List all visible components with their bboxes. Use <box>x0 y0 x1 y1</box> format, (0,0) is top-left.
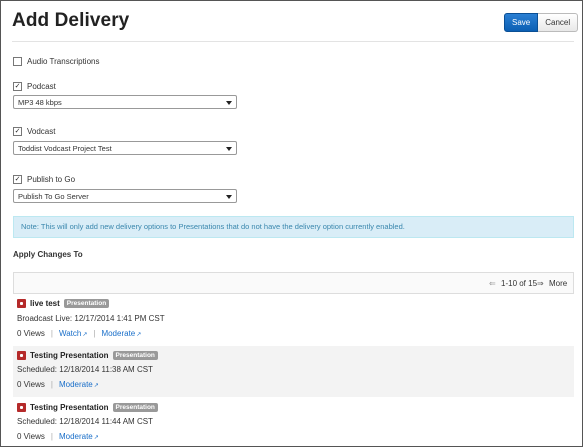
moderate-link[interactable]: Moderate↗ <box>101 329 141 338</box>
publish-server-select[interactable]: Publish To Go Server <box>13 189 237 203</box>
publish-server-value: Publish To Go Server <box>18 192 89 201</box>
podcast-label: Podcast <box>27 82 56 91</box>
page-range: 1-10 of 15 <box>501 279 538 288</box>
separator: | <box>50 380 53 389</box>
separator: | <box>50 329 53 338</box>
more-link[interactable]: More <box>549 279 567 288</box>
pagination-bar: ⇐ 1-10 of 15 ⇒ More <box>13 272 574 294</box>
publish-to-go-label: Publish to Go <box>27 175 76 184</box>
chevron-down-icon <box>226 147 232 151</box>
external-link-icon: ↗ <box>136 332 142 338</box>
moderate-link[interactable]: Moderate↗ <box>59 432 99 441</box>
type-badge: Presentation <box>112 403 158 412</box>
moderate-label: Moderate <box>101 329 136 338</box>
watch-link[interactable]: Watch↗ <box>59 329 87 338</box>
prev-page-icon[interactable]: ⇐ <box>489 279 496 288</box>
item-status: Scheduled: 12/18/2014 11:38 AM CST <box>17 365 153 374</box>
views-count: 0 Views <box>17 432 45 441</box>
external-link-icon: ↗ <box>93 435 99 441</box>
external-link-icon: ↗ <box>82 332 88 338</box>
presentation-icon <box>17 299 26 308</box>
chevron-down-icon <box>226 195 232 199</box>
audio-transcriptions-label: Audio Transcriptions <box>27 57 100 66</box>
podcast-checkbox[interactable]: ✓ <box>13 82 22 91</box>
cancel-button[interactable]: Cancel <box>538 13 579 32</box>
add-delivery-dialog: Add Delivery Save Cancel Audio Transcrip… <box>0 0 583 447</box>
separator: | <box>93 329 96 338</box>
type-badge: Presentation <box>63 299 110 308</box>
podcast-format-value: MP3 48 kbps <box>18 98 62 107</box>
chevron-down-icon <box>226 101 232 105</box>
page-title: Add Delivery <box>12 10 130 31</box>
header-actions: Save Cancel <box>504 13 579 32</box>
views-count: 0 Views <box>17 329 45 338</box>
item-title[interactable]: Testing Presentation <box>30 351 109 360</box>
podcast-option[interactable]: ✓ Podcast <box>13 82 56 91</box>
type-badge: Presentation <box>112 351 158 360</box>
item-title[interactable]: live test <box>30 299 60 308</box>
list-item: live test Presentation Broadcast Live: 1… <box>13 295 574 345</box>
item-status: Broadcast Live: 12/17/2014 1:41 PM CST <box>17 314 165 323</box>
vodcast-project-value: Toddist Vodcast Project Test <box>18 144 112 153</box>
watch-label: Watch <box>58 329 82 338</box>
list-item: Testing Presentation Presentation Schedu… <box>13 398 574 446</box>
audio-transcriptions-checkbox[interactable] <box>13 57 22 66</box>
presentation-icon <box>17 403 26 412</box>
moderate-label: Moderate <box>58 380 93 389</box>
publish-to-go-checkbox[interactable]: ✓ <box>13 175 22 184</box>
info-note: Note: This will only add new delivery op… <box>13 216 574 238</box>
vodcast-label: Vodcast <box>27 127 56 136</box>
podcast-format-select[interactable]: MP3 48 kbps <box>13 95 237 109</box>
external-link-icon: ↗ <box>93 383 99 389</box>
presentation-icon <box>17 351 26 360</box>
separator: | <box>50 432 53 441</box>
next-page-icon[interactable]: ⇒ <box>537 279 544 288</box>
apply-changes-heading: Apply Changes To <box>13 250 83 259</box>
list-item: Testing Presentation Presentation Schedu… <box>13 346 574 397</box>
save-button[interactable]: Save <box>504 13 539 32</box>
vodcast-project-select[interactable]: Toddist Vodcast Project Test <box>13 141 237 155</box>
item-status: Scheduled: 12/18/2014 11:44 AM CST <box>17 417 153 426</box>
moderate-label: Moderate <box>58 432 93 441</box>
vodcast-option[interactable]: ✓ Vodcast <box>13 127 55 136</box>
moderate-link[interactable]: Moderate↗ <box>59 380 99 389</box>
views-count: 0 Views <box>17 380 45 389</box>
item-title[interactable]: Testing Presentation <box>30 403 109 412</box>
vodcast-checkbox[interactable]: ✓ <box>13 127 22 136</box>
publish-to-go-option[interactable]: ✓ Publish to Go <box>13 175 75 184</box>
header-divider <box>12 41 574 42</box>
audio-transcriptions-option[interactable]: Audio Transcriptions <box>13 57 99 66</box>
